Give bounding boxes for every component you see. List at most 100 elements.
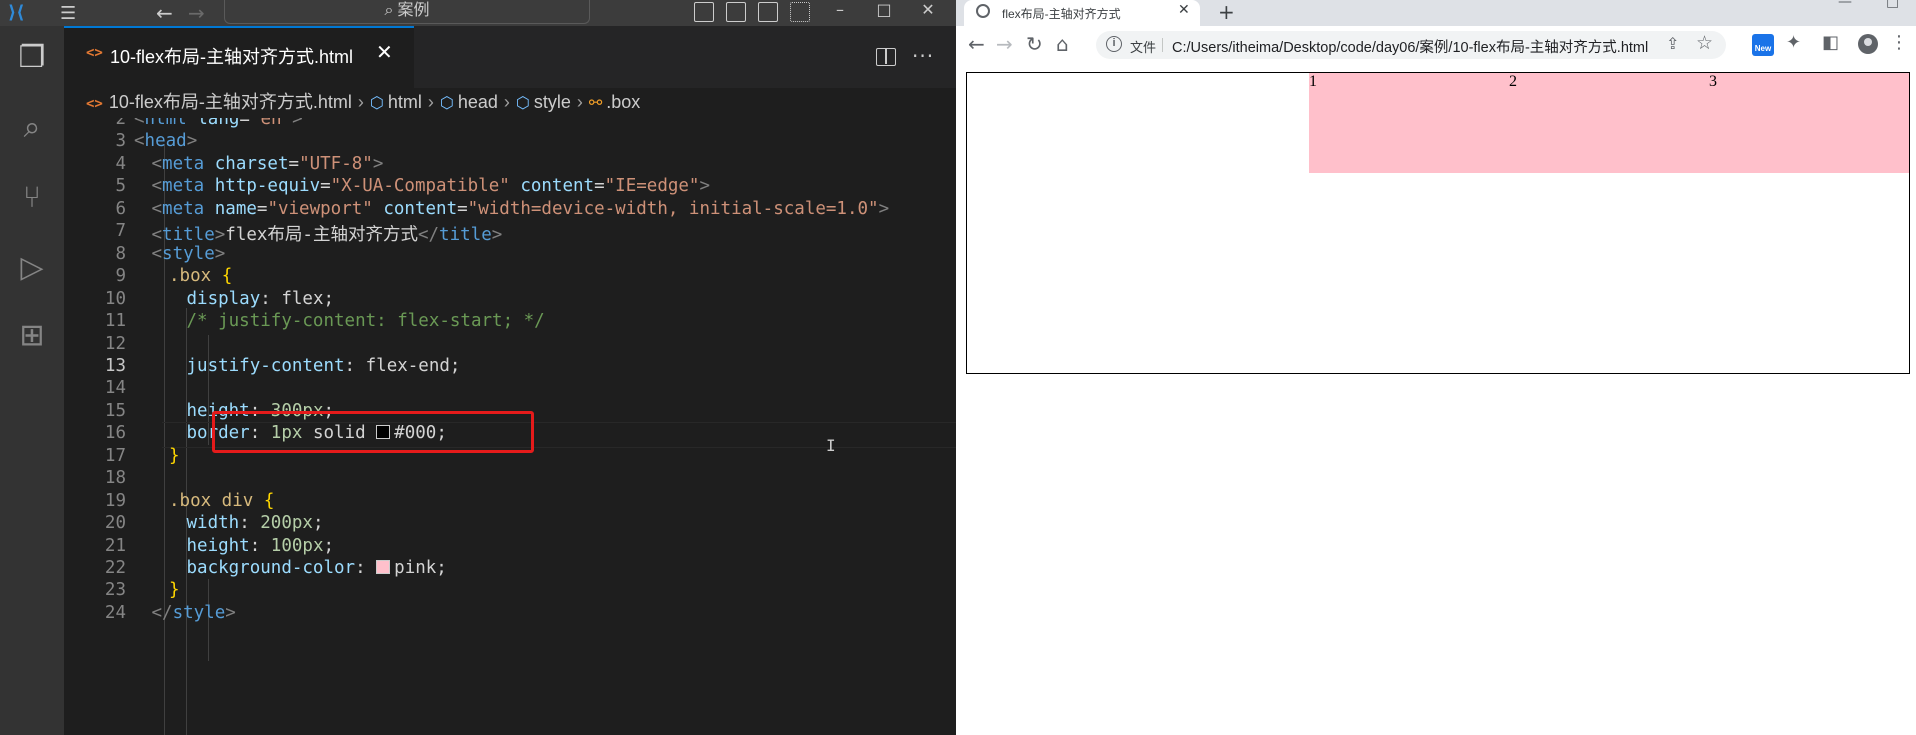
- code-text: display: flex;: [186, 288, 335, 309]
- more-actions-icon[interactable]: ···: [912, 44, 934, 68]
- chevron-right-icon: ›: [357, 92, 364, 112]
- profile-avatar[interactable]: [1858, 34, 1878, 54]
- code-text: <head>: [134, 131, 198, 152]
- flex-item: 3: [1709, 73, 1909, 173]
- toggle-primary-sidebar-icon[interactable]: [694, 2, 714, 22]
- search-icon: ⌕: [384, 0, 394, 19]
- line-number: 6: [115, 198, 126, 219]
- split-editor-icon[interactable]: [876, 48, 896, 66]
- code-text: }: [169, 580, 180, 601]
- line-number: 17: [104, 445, 126, 466]
- url-text[interactable]: C:/Users/itheima/Desktop/code/day06/案例/1…: [1172, 36, 1648, 57]
- code-text: .box {: [169, 266, 233, 287]
- back-arrow-icon[interactable]: ←: [156, 1, 173, 25]
- line-number: 14: [104, 378, 126, 399]
- code-text: background-color: pink;: [186, 558, 447, 578]
- line-number: 11: [104, 311, 126, 332]
- security-label: 文件: [1130, 40, 1157, 55]
- maximize-icon[interactable]: □: [1886, 0, 1899, 10]
- breadcrumb-item[interactable]: head: [458, 92, 498, 113]
- chevron-right-icon: ›: [503, 92, 510, 112]
- forward-arrow-icon[interactable]: →: [188, 1, 205, 25]
- run-debug-icon[interactable]: ▷: [14, 250, 50, 286]
- new-badge-icon[interactable]: New: [1752, 34, 1774, 56]
- close-tab-icon[interactable]: ✕: [1178, 2, 1190, 18]
- annotation-highlight-box: [212, 411, 534, 453]
- code-text: }: [169, 445, 180, 466]
- flex-item: 2: [1509, 73, 1709, 173]
- minimize-icon[interactable]: —: [1838, 0, 1852, 10]
- line-number: 8: [115, 243, 126, 264]
- line-number: 3: [115, 131, 126, 152]
- line-number: 20: [104, 513, 126, 534]
- customize-layout-icon[interactable]: [790, 2, 810, 22]
- browser-window: flex布局-主轴对齐方式 ✕ + — □ ← → ↻ ⌂ i 文件 C:/Us…: [956, 0, 1916, 735]
- address-bar[interactable]: i 文件 C:/Users/itheima/Desktop/code/day06…: [1096, 31, 1726, 59]
- extensions-icon[interactable]: ⊞: [14, 318, 50, 354]
- line-number: 12: [104, 333, 126, 354]
- line-number: 2: [115, 118, 126, 129]
- code-line[interactable]: 24 </style>: [64, 603, 956, 630]
- extensions-puzzle-icon[interactable]: ✦: [1786, 32, 1801, 53]
- line-number: 21: [104, 535, 126, 556]
- command-center-search[interactable]: ⌕ 案例: [224, 0, 590, 24]
- globe-icon: [976, 4, 990, 18]
- browser-tab[interactable]: flex布局-主轴对齐方式 ✕: [964, 0, 1200, 26]
- line-number: 16: [104, 423, 126, 444]
- info-icon[interactable]: i: [1106, 36, 1122, 52]
- line-number: 23: [104, 580, 126, 601]
- browser-tab-title: flex布局-主轴对齐方式: [1002, 7, 1121, 21]
- title-bar: ⟩⟨ ☰ ← → ⌕ 案例 – □ ✕: [0, 0, 956, 26]
- minimize-icon[interactable]: –: [820, 0, 860, 20]
- text-cursor-icon: I: [826, 436, 836, 455]
- line-number: 24: [104, 602, 126, 623]
- source-control-icon[interactable]: ⑂: [14, 180, 50, 216]
- breadcrumb-item[interactable]: html: [388, 92, 422, 113]
- chevron-right-icon: ›: [576, 92, 583, 112]
- browser-toolbar: ← → ↻ ⌂ i 文件 C:/Users/itheima/Desktop/co…: [956, 26, 1916, 66]
- chevron-right-icon: ›: [427, 92, 434, 112]
- cube-icon: ⬡: [439, 95, 454, 112]
- property-icon: ⚯: [588, 95, 603, 112]
- side-panel-icon[interactable]: ◧: [1822, 32, 1839, 53]
- share-icon[interactable]: ⇪: [1666, 34, 1679, 53]
- cube-icon: ⬡: [369, 95, 384, 112]
- code-text: width: 200px;: [186, 513, 324, 534]
- breadcrumb-item[interactable]: .box: [606, 92, 640, 113]
- home-icon[interactable]: ⌂: [1056, 32, 1069, 56]
- line-number: 13: [104, 355, 126, 376]
- bookmark-star-icon[interactable]: ☆: [1696, 32, 1713, 54]
- line-number: 9: [115, 266, 126, 287]
- editor-tab[interactable]: <> 10-flex布局-主轴对齐方式.html ✕: [64, 26, 414, 92]
- toggle-secondary-sidebar-icon[interactable]: [758, 2, 778, 22]
- new-tab-button[interactable]: +: [1218, 0, 1235, 24]
- breadcrumb-item[interactable]: 10-flex布局-主轴对齐方式.html: [109, 88, 352, 114]
- reload-icon[interactable]: ↻: [1026, 32, 1043, 56]
- toggle-panel-icon[interactable]: [726, 2, 746, 22]
- line-number: 10: [104, 288, 126, 309]
- line-number: 15: [104, 400, 126, 421]
- explorer-icon[interactable]: ❐: [14, 40, 50, 76]
- line-number: 7: [115, 221, 126, 242]
- code-text: <title>flex布局-主轴对齐方式</title>: [151, 225, 503, 246]
- back-arrow-icon[interactable]: ←: [968, 32, 985, 56]
- forward-arrow-icon[interactable]: →: [996, 32, 1013, 56]
- search-label: 案例: [397, 0, 430, 19]
- search-icon[interactable]: ⌕: [14, 110, 50, 146]
- menu-kebab-icon[interactable]: ⋮: [1890, 32, 1908, 53]
- breadcrumb-item[interactable]: style: [534, 92, 571, 113]
- code-editor[interactable]: 2 <html lang="en"> 3 <head> 4 <meta charset="…: [64, 118, 956, 735]
- tab-title: 10-flex布局-主轴对齐方式.html: [110, 47, 354, 67]
- page-viewport: 1 2 3: [956, 66, 1916, 735]
- close-tab-icon[interactable]: ✕: [376, 40, 393, 64]
- vscode-window: ⟩⟨ ☰ ← → ⌕ 案例 – □ ✕ ❐ ⌕ ⑂ ▷ ⊞ <> 10-flex布…: [0, 0, 956, 735]
- menu-icon[interactable]: ☰: [60, 3, 76, 24]
- close-window-icon[interactable]: ✕: [908, 0, 948, 20]
- code-text: <meta http-equiv="X-UA-Compatible" conte…: [151, 176, 711, 197]
- code-text: .box div {: [169, 490, 275, 511]
- color-swatch[interactable]: [376, 560, 391, 574]
- line-number: 18: [104, 468, 126, 489]
- code-text: </style>: [151, 602, 236, 623]
- maximize-icon[interactable]: □: [864, 0, 904, 20]
- html-file-icon: <>: [86, 96, 103, 112]
